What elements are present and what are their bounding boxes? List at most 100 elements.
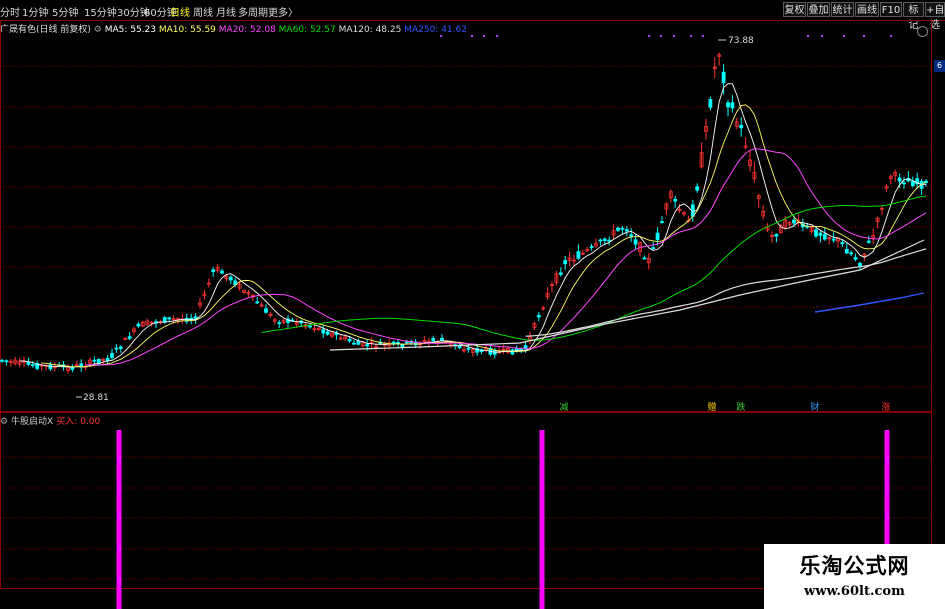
candle-body-148 <box>651 247 656 250</box>
candle-body-89 <box>391 341 396 344</box>
signal-label-3: 财 <box>810 401 819 413</box>
top-dot-10 <box>821 35 823 37</box>
candle-body-52 <box>228 276 233 281</box>
watermark-url: www.60lt.com <box>804 584 905 599</box>
indicator-gear-icon[interactable]: ⚙ <box>0 417 11 427</box>
timeframe-tab-2[interactable]: 5分钟 <box>52 4 78 19</box>
timeframe-tab-6[interactable]: 日线 <box>170 4 190 19</box>
candle-body-31 <box>136 323 141 327</box>
candle-body-98 <box>431 338 436 342</box>
timeframe-tab-1[interactable]: 1分钟 <box>22 4 48 19</box>
top-dot-1 <box>471 35 473 37</box>
candle-body-26 <box>114 347 119 350</box>
indicator-name: 牛股启动X <box>10 417 54 427</box>
top-dot-4 <box>648 35 650 37</box>
top-dot-8 <box>702 35 704 37</box>
candle-body-205 <box>902 182 906 185</box>
kline-chart[interactable]: 73.88 28.81 减 赠 跌 财 涨 <box>0 20 945 609</box>
timeframe-tab-7[interactable]: 周线 <box>193 4 213 19</box>
period-toolbar: 分时 1分钟 5分钟 15分钟 30分钟 60分钟 日线 周线 月线 多周期 更多〉 复权 叠加 统计 画线… <box>0 0 945 31</box>
buy-signal-bar-0 <box>116 430 122 609</box>
signal-label-2: 跌 <box>736 402 745 413</box>
buy-signal-bar-1 <box>539 430 545 609</box>
settings-circle-icon[interactable] <box>917 26 928 37</box>
candle-body-70 <box>308 325 312 328</box>
candle-body-38 <box>167 317 172 320</box>
candle-body-142 <box>624 229 629 232</box>
candle-body-83 <box>365 344 370 347</box>
candle-body-149 <box>655 232 660 241</box>
candle-body-168 <box>739 124 744 129</box>
toolbar-button-1[interactable]: 叠加 <box>807 2 830 17</box>
candle-body-136 <box>598 239 603 242</box>
indicator-buy-value: 买入: 0.00 <box>56 417 101 427</box>
top-dot-12 <box>863 35 865 37</box>
candle-body-144 <box>633 239 638 245</box>
candle-body-180 <box>792 219 796 224</box>
candle-body-137 <box>602 238 607 241</box>
ma-line-120 <box>525 248 927 337</box>
chart-frame <box>0 20 932 589</box>
candle-body-79 <box>347 338 352 342</box>
candle-body-106 <box>466 347 471 350</box>
candle-body-146 <box>642 257 647 260</box>
candle-body-194 <box>853 257 858 260</box>
candle-body-128 <box>563 260 568 265</box>
candle-body-21 <box>92 359 97 362</box>
indicator-header: ⚙ 牛股启动X 买入: 0.00 <box>0 414 100 427</box>
high-price-label: 73.88 <box>728 36 754 46</box>
top-dot-5 <box>660 35 662 37</box>
toolbar-button-3[interactable]: 画线 <box>855 2 879 17</box>
toolbar-button-4[interactable]: F10 <box>880 2 902 17</box>
candle-body-58 <box>255 301 260 304</box>
ma-line-10 <box>41 104 927 368</box>
timeframe-tab-10[interactable]: 更多〉 <box>268 4 298 19</box>
candle-body-195 <box>858 262 862 267</box>
toolbar-button-2[interactable]: 统计 <box>831 2 854 17</box>
candle-body-138 <box>607 239 612 242</box>
candle-body-81 <box>356 340 361 345</box>
top-dot-2 <box>483 35 485 37</box>
ma-line-60 <box>261 195 927 341</box>
top-dot-7 <box>690 35 692 37</box>
toolbar-button-6[interactable]: +自选 <box>925 2 945 31</box>
watermark-title: 乐淘公式网 <box>799 554 910 578</box>
candle-body-116 <box>510 349 515 355</box>
candle-body-80 <box>352 342 356 345</box>
candle-body-25 <box>110 353 114 358</box>
candle-body-29 <box>127 336 132 339</box>
candle-body-165 <box>726 102 730 108</box>
toolbar-button-0[interactable]: 复权 <box>783 2 806 17</box>
candle-body-197 <box>866 240 871 243</box>
top-dot-3 <box>496 35 498 37</box>
candle-body-141 <box>620 227 625 230</box>
ma120-tail <box>329 239 925 351</box>
candle-body-185 <box>814 229 818 237</box>
candle-body-187 <box>822 234 827 240</box>
candle-body-186 <box>818 232 823 236</box>
candle-body-0 <box>0 359 4 362</box>
candle-body-134 <box>589 246 594 248</box>
candle-body-153 <box>673 198 678 202</box>
timeframe-tab-9[interactable]: 多周期 <box>238 4 268 19</box>
signal-label-1: 赠 <box>707 401 716 413</box>
candle-body-150 <box>660 221 664 223</box>
timeframe-tab-3[interactable]: 15分钟 <box>84 4 117 19</box>
candle-body-207 <box>910 181 915 187</box>
signal-label-0: 减 <box>559 401 568 413</box>
candle-body-60 <box>264 308 268 313</box>
candle-body-191 <box>840 242 845 245</box>
candle-body-1 <box>4 360 9 363</box>
candle-body-27 <box>118 346 123 349</box>
candle-body-189 <box>831 238 836 241</box>
toolbar-button-5[interactable]: 标记 <box>903 2 924 31</box>
candle-body-158 <box>695 186 700 191</box>
candle-body-192 <box>844 249 849 254</box>
candle-body-73 <box>321 329 326 334</box>
candle-body-127 <box>558 272 563 275</box>
timeframe-tab-0[interactable]: 分时 <box>0 4 20 19</box>
candle-body-63 <box>277 322 282 325</box>
timeframe-tab-8[interactable]: 月线 <box>216 4 236 19</box>
top-dot-0 <box>440 35 442 37</box>
candle-body-74 <box>325 331 330 335</box>
